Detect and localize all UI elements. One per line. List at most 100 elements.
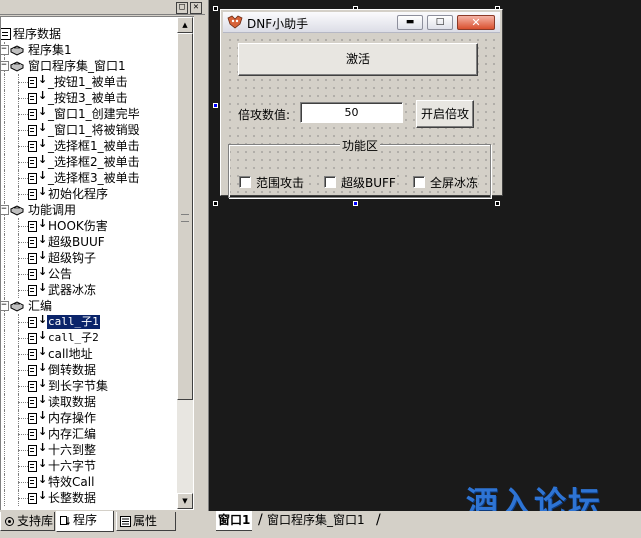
tree-item-label: 公告: [48, 267, 73, 281]
tree-item-mem-op[interactable]: ↓ 内存操作: [1, 409, 191, 426]
subroutine-icon: ↓: [28, 105, 47, 120]
activate-button[interactable]: 激活: [238, 43, 478, 76]
expand-toggle-icon[interactable]: −: [1, 61, 9, 71]
tree-guide: [4, 138, 5, 154]
tree-root[interactable]: 程序数据: [1, 26, 191, 42]
subroutine-icon: ↓: [28, 169, 47, 184]
tree-item-chk1-click[interactable]: ↓ _选择框1_被单击: [1, 137, 191, 154]
range-attack-checkbox[interactable]: 范围攻击: [239, 174, 305, 191]
tree-guide: [4, 410, 5, 426]
panel-restore-button[interactable]: □: [176, 2, 188, 14]
tree-item-label: 超级BUUF: [48, 235, 105, 249]
tab-window-set[interactable]: 窗口程序集_窗口1: [267, 511, 365, 530]
close-icon[interactable]: ✕: [457, 15, 495, 30]
tree-item-chk3-click[interactable]: ↓ _选择框3_被单击: [1, 169, 191, 186]
tree-item-label: 特效Call: [48, 475, 95, 489]
properties-icon: [120, 514, 131, 527]
scroll-down-arrow-icon[interactable]: ▼: [177, 493, 193, 509]
tree-item-long-int-data[interactable]: ↓ 长整数据: [1, 489, 191, 506]
tree-guide: [4, 490, 5, 506]
tree-item-hook-damage[interactable]: ↓ HOOK伤害: [1, 217, 191, 234]
tree-item-hex-bytes[interactable]: ↓ 十六字节: [1, 457, 191, 474]
tree-item-read-data[interactable]: ↓ 读取数据: [1, 393, 191, 410]
expand-toggle-icon[interactable]: −: [1, 205, 9, 215]
resize-handle[interactable]: [213, 201, 218, 206]
panel-header: □ ✕: [0, 0, 205, 15]
tree-item-label: 长整数据: [48, 491, 97, 505]
tab-window1[interactable]: 窗口1: [216, 511, 253, 531]
tree-item-call-addr[interactable]: ↓ call地址: [1, 345, 191, 362]
tree-item-asm[interactable]: − 汇编: [1, 298, 191, 314]
tree-item-label: 窗口程序集_窗口1: [28, 59, 126, 73]
tree-guide: [18, 354, 28, 355]
tree-item-label: 功能调用: [28, 203, 77, 217]
tree-item-label: 内存操作: [48, 411, 97, 425]
tree-item-win1-destroy[interactable]: ↓ _窗口1_将被销毁: [1, 121, 191, 138]
checkbox-icon[interactable]: [239, 176, 251, 188]
tree-item-super-buff[interactable]: ↓ 超级BUUF: [1, 233, 191, 250]
tree-item-prog-set-1[interactable]: − 程序集1: [1, 42, 191, 58]
tree-item-to-long-bytes[interactable]: ↓ 到长字节集: [1, 377, 191, 394]
scroll-thumb[interactable]: [177, 33, 193, 400]
resize-handle[interactable]: [353, 201, 358, 206]
tree-scrollbar[interactable]: ▲ ▼: [177, 17, 193, 509]
tree-guide: [4, 186, 5, 202]
tree-guide: [18, 242, 28, 243]
tree-item-window-set[interactable]: − 窗口程序集_窗口1: [1, 58, 191, 74]
checkbox-icon[interactable]: [413, 176, 425, 188]
function-group-title: 功能区: [340, 137, 381, 154]
window-titlebar[interactable]: DNF小助手 ▬ □ ✕: [223, 12, 500, 33]
tree-item-btn3-click[interactable]: ↓ _按钮3_被单击: [1, 89, 191, 106]
dnf-helper-window[interactable]: DNF小助手 ▬ □ ✕ 激活 倍攻数值: 50 开启倍攻 功能区 范围攻击 超…: [220, 9, 503, 198]
checkbox-icon[interactable]: [324, 176, 336, 188]
multiplier-input[interactable]: 50: [300, 102, 403, 123]
left-panel-tabs: 支持库 程序 属性: [0, 511, 207, 538]
panel-close-button[interactable]: ✕: [190, 2, 202, 14]
tree-guide: [4, 394, 5, 410]
resize-handle[interactable]: [495, 201, 500, 206]
tree-item-label: 超级钩子: [48, 251, 97, 265]
super-buff-checkbox[interactable]: 超级BUFF: [324, 174, 396, 191]
tree-item-reverse-data[interactable]: ↓ 倒转数据: [1, 361, 191, 378]
tree-root-label: 程序数据: [13, 27, 62, 41]
resize-handle[interactable]: [213, 6, 218, 11]
tab-program[interactable]: 程序: [56, 511, 114, 532]
tree-item-chk2-click[interactable]: ↓ _选择框2_被单击: [1, 153, 191, 170]
tree-item-effect-call[interactable]: ↓ 特效Call: [1, 473, 191, 490]
expand-toggle-icon[interactable]: −: [1, 45, 9, 55]
fullscreen-freeze-checkbox[interactable]: 全屏冰冻: [413, 174, 479, 191]
function-groupbox: 功能区 范围攻击 超级BUFF 全屏冰冻: [228, 137, 491, 198]
program-tree[interactable]: 程序数据 − 程序集1− 窗口程序集_窗口1 ↓ _按钮1_被单击 ↓ _按钮3_被单击 ↓ _…: [0, 16, 194, 510]
expand-toggle-icon[interactable]: −: [1, 301, 9, 311]
tree-item-win1-created[interactable]: ↓ _窗口1_创建完毕: [1, 105, 191, 122]
tree-guide: [18, 162, 28, 163]
resize-handle[interactable]: [213, 103, 218, 108]
tree-item-btn1-click[interactable]: ↓ _按钮1_被单击: [1, 73, 191, 90]
tree-guide: [18, 402, 28, 403]
tree-item-label: 汇编: [28, 299, 53, 313]
tree-item-weapon-freeze[interactable]: ↓ 武器冰冻: [1, 281, 191, 298]
minimize-icon[interactable]: ▬: [397, 15, 423, 30]
program-set-icon: [10, 44, 24, 56]
form-designer[interactable]: DNF小助手 ▬ □ ✕ 激活 倍攻数值: 50 开启倍攻 功能区 范围攻击 超…: [208, 0, 641, 511]
tree-item-hex-to-int[interactable]: ↓ 十六到整: [1, 441, 191, 458]
tree-item-announce[interactable]: ↓ 公告: [1, 265, 191, 282]
tree-guide: [18, 466, 28, 467]
tab-support-library[interactable]: 支持库: [0, 512, 55, 531]
enable-multiplier-button[interactable]: 开启倍攻: [416, 100, 474, 128]
tree-item-func-call[interactable]: − 功能调用: [1, 202, 191, 218]
tree-guide: [4, 122, 5, 138]
tree-guide: [4, 106, 5, 122]
tree-guide: [4, 330, 5, 346]
tree-item-super-hook[interactable]: ↓ 超级钩子: [1, 249, 191, 266]
tree-guide: [18, 482, 28, 483]
tree-item-call-sub2[interactable]: ↓ call_子2: [1, 329, 191, 346]
tree-item-mem-asm[interactable]: ↓ 内存汇编: [1, 425, 191, 442]
maximize-icon[interactable]: □: [427, 15, 453, 30]
tree-guide: [18, 338, 28, 339]
subroutine-icon: ↓: [28, 89, 47, 104]
tree-item-init-prog[interactable]: ↓ 初始化程序: [1, 185, 191, 202]
tree-item-call-sub1[interactable]: ↓ call_子1: [1, 313, 191, 330]
tab-properties[interactable]: 属性: [116, 512, 176, 531]
scroll-up-arrow-icon[interactable]: ▲: [177, 17, 193, 33]
